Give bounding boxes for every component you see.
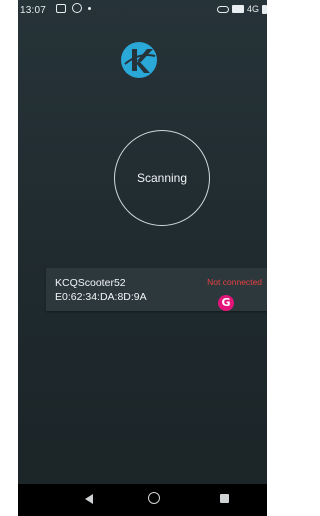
home-circle-icon[interactable] (148, 492, 160, 504)
battery-icon (262, 4, 267, 14)
app-notification-icon (72, 3, 82, 13)
vpn-key-icon (216, 5, 229, 13)
scan-label: Scanning (136, 171, 188, 185)
annotation-badge: G (218, 295, 234, 311)
navigation-bar (18, 484, 267, 516)
app-logo-k-icon (121, 42, 157, 78)
message-icon (56, 3, 66, 13)
phone-screen: 13:07 4G Scanning KCQScooter52 E0:62:34:… (18, 0, 267, 516)
volte-icon (231, 5, 244, 13)
more-notifications-icon (88, 6, 91, 10)
back-triangle-icon[interactable] (85, 494, 93, 504)
device-mac-address: E0:62:34:DA:8D:9A (55, 291, 147, 303)
network-type: 4G (246, 4, 259, 14)
connection-status: Not connected (207, 277, 262, 287)
recent-square-icon[interactable] (220, 494, 229, 503)
status-time: 13:07 (20, 5, 47, 16)
scan-button[interactable]: Scanning (114, 130, 210, 226)
device-name: KCQScooter52 (55, 277, 126, 289)
status-bar: 13:07 4G (18, 0, 267, 22)
status-notification-icons (56, 3, 91, 13)
status-system-icons: 4G (216, 4, 267, 14)
